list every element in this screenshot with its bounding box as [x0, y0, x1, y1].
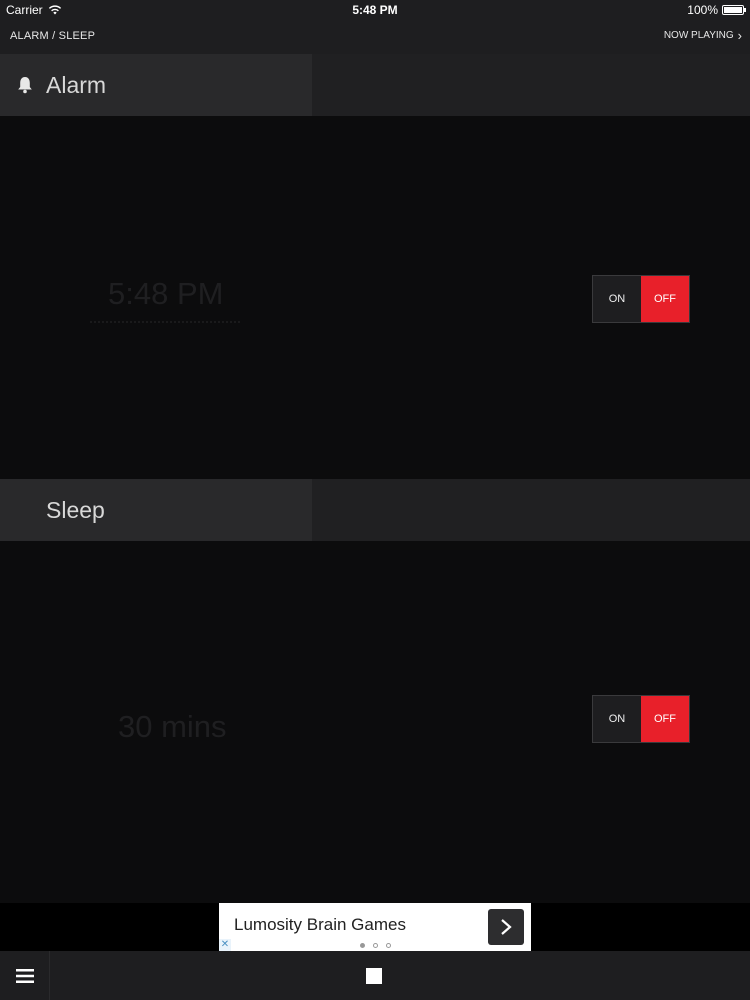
- ad-strip: Lumosity Brain Games ✕: [0, 903, 750, 951]
- alarm-time-picker[interactable]: 5:48 PM: [108, 276, 223, 312]
- ad-choices-icon[interactable]: ✕: [219, 939, 231, 951]
- menu-button[interactable]: [0, 951, 50, 1000]
- status-time: 5:48 PM: [352, 3, 398, 17]
- alarm-tab: Alarm: [0, 54, 312, 116]
- alarm-section-header: Alarm: [0, 54, 750, 116]
- page-title: ALARM / SLEEP: [10, 30, 96, 42]
- ad-page-dot: [359, 943, 365, 948]
- alarm-off-button[interactable]: OFF: [641, 276, 689, 322]
- bottom-toolbar: [0, 951, 750, 1000]
- ad-page-dot: [372, 943, 378, 948]
- sleep-panel: 30 mins ON OFF: [0, 541, 750, 903]
- sleep-tab: Sleep: [0, 479, 312, 541]
- sleep-duration-picker[interactable]: 30 mins: [118, 709, 227, 745]
- now-playing-button[interactable]: NOW PLAYING ›: [663, 27, 742, 43]
- sleep-toggle[interactable]: ON OFF: [592, 695, 690, 743]
- ad-page-dots: [219, 943, 531, 948]
- moon-icon: [16, 499, 34, 521]
- battery-percent: 100%: [687, 3, 718, 17]
- nav-bar: ALARM / SLEEP NOW PLAYING ›: [0, 20, 750, 54]
- sleep-on-button[interactable]: ON: [593, 696, 641, 742]
- alarm-panel: 5:48 PM ON OFF: [0, 116, 750, 479]
- sleep-label: Sleep: [46, 496, 105, 523]
- status-right: 100%: [687, 3, 746, 17]
- now-playing-label: NOW PLAYING: [663, 30, 734, 41]
- chevron-right-icon: [501, 919, 512, 935]
- hamburger-menu-icon: [15, 968, 34, 983]
- battery-icon: [722, 5, 746, 15]
- status-bar: Carrier 5:48 PM 100%: [0, 0, 750, 20]
- sleep-off-button[interactable]: OFF: [641, 696, 689, 742]
- sleep-section-header: Sleep: [0, 479, 750, 541]
- alarm-time-dots: [90, 321, 240, 323]
- stop-button[interactable]: [366, 968, 382, 984]
- alarm-label: Alarm: [46, 71, 107, 98]
- alarm-toggle[interactable]: ON OFF: [592, 275, 690, 323]
- bell-icon: [16, 74, 34, 96]
- alarm-on-button[interactable]: ON: [593, 276, 641, 322]
- ad-open-button[interactable]: [488, 909, 524, 945]
- ad-text: Lumosity Brain Games: [234, 915, 406, 934]
- ad-banner[interactable]: Lumosity Brain Games ✕: [219, 903, 531, 951]
- chevron-right-icon: ›: [737, 27, 742, 43]
- ad-page-dot: [385, 943, 391, 948]
